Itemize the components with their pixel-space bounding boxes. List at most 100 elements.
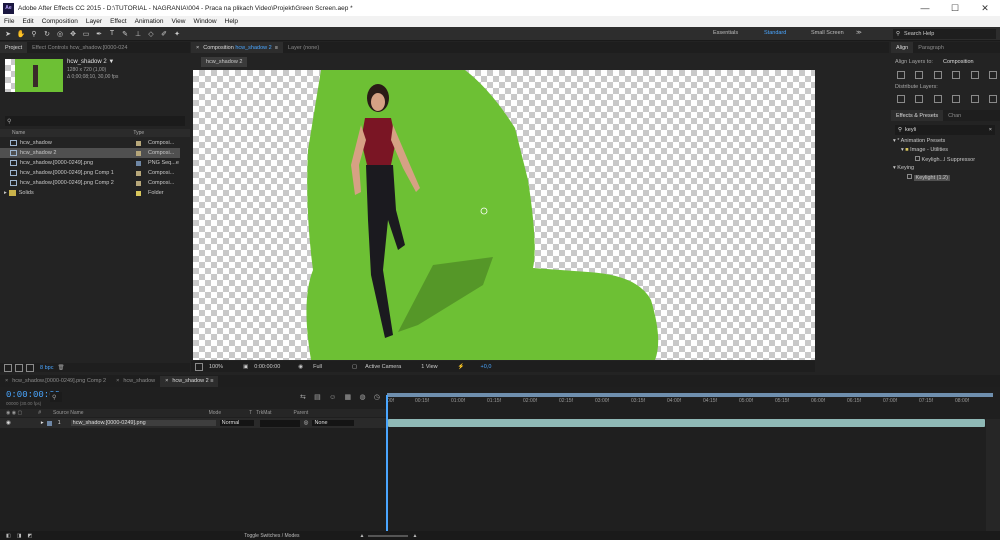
distribute-vcenter-icon[interactable]: [915, 95, 924, 103]
search-help-input[interactable]: ⚲ Search Help: [893, 29, 996, 39]
tree-item-keylight-suppressor[interactable]: Keyligh...l Suppressor: [893, 156, 999, 165]
align-vcenter-icon[interactable]: [970, 71, 979, 79]
close-icon[interactable]: ×: [116, 378, 119, 384]
view-layout-select[interactable]: 1 View: [421, 364, 437, 370]
shy-icon[interactable]: ☺: [329, 394, 336, 401]
menu-animation[interactable]: Animation: [135, 18, 164, 25]
align-to-select[interactable]: Composition: [943, 59, 974, 65]
clear-search-icon[interactable]: ×: [989, 127, 992, 133]
workspace-menu-icon[interactable]: ≫: [856, 30, 862, 36]
list-item[interactable]: hcw_shadow.[0000-0249].png PNG Seq...e: [0, 158, 180, 168]
snapshot-camera-icon[interactable]: ◉: [298, 364, 303, 370]
snapshot-icon[interactable]: ▣: [243, 364, 248, 370]
menu-edit[interactable]: Edit: [22, 18, 33, 25]
tree-item-image-utilities[interactable]: ▾ ■ Image - Utilities: [893, 147, 999, 156]
magnification-icon[interactable]: [195, 362, 203, 371]
rotation-tool-icon[interactable]: ↻: [42, 29, 52, 39]
menu-effect[interactable]: Effect: [110, 18, 127, 25]
selected-item-name[interactable]: hcw_shadow 2 ▼: [67, 59, 114, 65]
align-top-icon[interactable]: [952, 71, 961, 79]
bit-depth-button[interactable]: 8 bpc: [40, 365, 53, 371]
maximize-button[interactable]: ☐: [940, 0, 970, 16]
align-hcenter-icon[interactable]: [915, 71, 924, 79]
timeline-search[interactable]: ⚲: [50, 392, 62, 402]
timeline-zoom-slider[interactable]: [368, 534, 409, 537]
distribute-hcenter-icon[interactable]: [970, 95, 979, 103]
workspace-standard[interactable]: Standard: [764, 30, 786, 36]
column-parent[interactable]: Parent: [294, 410, 309, 416]
type-tool-icon[interactable]: T: [107, 29, 117, 39]
current-time-indicator[interactable]: [386, 395, 388, 540]
menu-help[interactable]: Help: [225, 18, 238, 25]
menu-composition[interactable]: Composition: [42, 18, 78, 25]
tree-item-keylight[interactable]: Keylight (1.2): [893, 174, 999, 183]
list-item[interactable]: hcw_shadow 2 Composi...: [0, 148, 180, 158]
timecode-display[interactable]: 0:00:00:00: [254, 364, 280, 370]
list-item[interactable]: hcw_shadow.[0000-0249].png Comp 2 Composi…: [0, 178, 180, 188]
minimize-button[interactable]: —: [910, 0, 940, 16]
exposure-value[interactable]: +0,0: [481, 364, 492, 370]
pen-tool-icon[interactable]: ✒: [94, 29, 104, 39]
tab-character[interactable]: Chan: [943, 110, 966, 121]
brush-tool-icon[interactable]: ✎: [120, 29, 130, 39]
align-bottom-icon[interactable]: [988, 71, 997, 79]
distribute-left-icon[interactable]: [952, 95, 961, 103]
eraser-tool-icon[interactable]: ◇: [146, 29, 156, 39]
table-row[interactable]: ◉ ▸ 1 hcw_shadow.[0000-0249].png Normal …: [0, 418, 386, 428]
column-type[interactable]: Type: [133, 130, 144, 136]
project-search[interactable]: ⚲: [5, 116, 185, 126]
layer-mode-select[interactable]: Normal: [219, 420, 254, 426]
close-button[interactable]: ✕: [970, 0, 1000, 16]
layer-duration-bar[interactable]: [388, 419, 985, 427]
tree-item-keying[interactable]: ▾ Keying: [893, 165, 999, 174]
menu-view[interactable]: View: [172, 18, 186, 25]
layer-parent-select[interactable]: None: [312, 420, 355, 426]
trash-icon[interactable]: 🗑: [57, 365, 64, 371]
effects-search-input[interactable]: ⚲ keyli ×: [895, 125, 995, 135]
zoom-select[interactable]: 100%: [209, 364, 223, 370]
menu-layer[interactable]: Layer: [86, 18, 102, 25]
work-area-bar[interactable]: [387, 393, 993, 397]
frame-blending-icon[interactable]: ▦: [345, 393, 352, 401]
resolution-select[interactable]: Full: [313, 364, 322, 370]
graph-editor-icon[interactable]: ◷: [374, 393, 380, 401]
tree-item-animation-presets[interactable]: ▾ * Animation Presets: [893, 138, 999, 147]
visibility-icon[interactable]: ◉: [6, 420, 11, 426]
composition-mini-flowchart-icon[interactable]: ⇆: [300, 393, 306, 401]
menu-window[interactable]: Window: [194, 18, 217, 25]
expand-modes-icon[interactable]: ◨: [17, 533, 22, 539]
tab-align[interactable]: Align: [891, 42, 914, 53]
distribute-right-icon[interactable]: [988, 95, 997, 103]
timeline-ruler[interactable]: 00f 00:15f 01:00f 01:15f 02:00f 02:15f 0…: [387, 398, 993, 408]
tab-hcw-shadow-2[interactable]: × hcw_shadow 2 ≡: [160, 375, 219, 387]
menu-file[interactable]: File: [4, 18, 14, 25]
column-name[interactable]: Name: [12, 130, 25, 136]
layer-label-color[interactable]: [46, 420, 52, 426]
camera-tool-icon[interactable]: ◎: [55, 29, 65, 39]
align-left-icon[interactable]: [897, 71, 905, 79]
tab-effects-presets[interactable]: Effects & Presets: [891, 110, 944, 121]
column-mode[interactable]: Mode: [209, 410, 222, 416]
puppet-pin-tool-icon[interactable]: ✦: [172, 29, 182, 39]
motion-blur-icon[interactable]: ◍: [359, 393, 365, 401]
layer-trkmat-select[interactable]: [259, 419, 300, 427]
tab-composition[interactable]: × Composition hcw_shadow 2 ≡: [191, 42, 283, 53]
workspace-essentials[interactable]: Essentials: [713, 30, 738, 36]
expand-layer-icon[interactable]: ▸: [41, 420, 44, 426]
close-icon[interactable]: ×: [196, 45, 199, 51]
interpret-footage-icon[interactable]: [4, 363, 12, 372]
zoom-out-icon[interactable]: ▲: [360, 533, 365, 539]
fast-preview-icon[interactable]: ⚡: [458, 364, 465, 370]
pick-whip-icon[interactable]: ◎: [304, 420, 309, 426]
column-t[interactable]: T: [249, 410, 252, 416]
camera-select[interactable]: Active Camera: [365, 364, 401, 370]
hand-tool-icon[interactable]: ✋: [16, 29, 26, 39]
align-right-icon[interactable]: [933, 71, 942, 79]
pan-behind-tool-icon[interactable]: ✥: [68, 29, 78, 39]
clone-stamp-tool-icon[interactable]: ⊥: [133, 29, 143, 39]
tab-hcw-shadow[interactable]: × hcw_shadow: [111, 376, 160, 387]
tab-comp-png-2[interactable]: × hcw_shadow.[0000-0249].png Comp 2: [0, 376, 111, 387]
region-of-interest-icon[interactable]: ▢: [352, 364, 357, 370]
timeline-scrollbar[interactable]: [986, 419, 1000, 540]
roto-brush-tool-icon[interactable]: ✐: [159, 29, 169, 39]
